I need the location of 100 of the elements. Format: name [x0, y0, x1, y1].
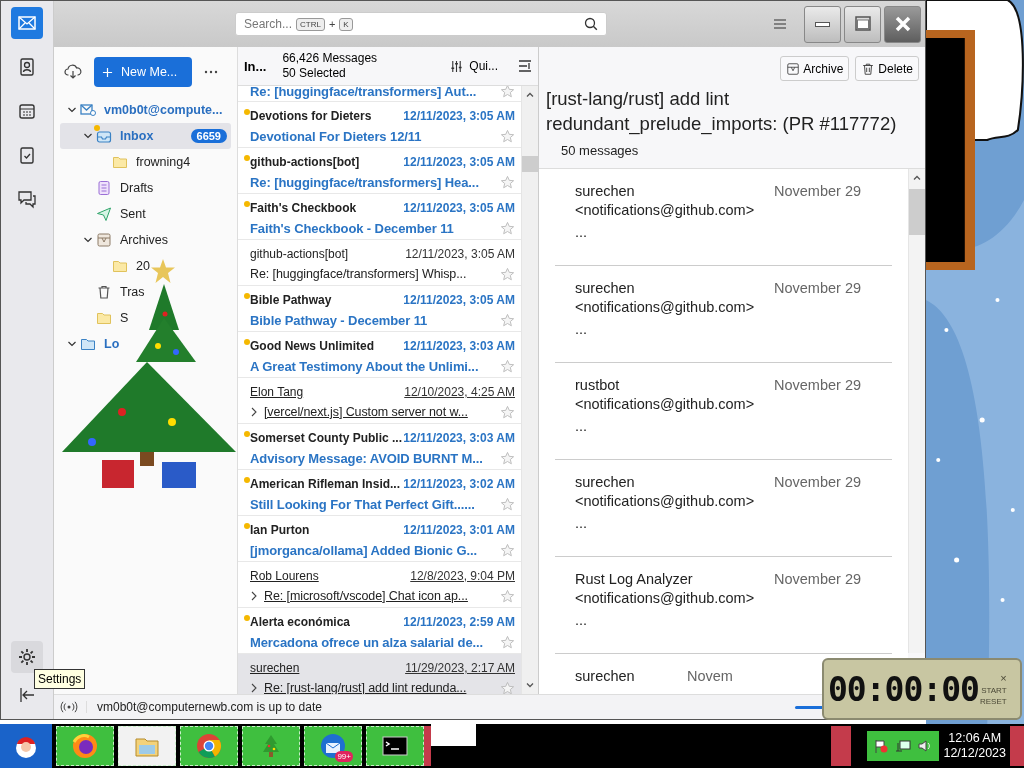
tooltip: Settings: [34, 669, 86, 689]
maximize-button[interactable]: [844, 5, 881, 43]
sender-name: Rob Lourens: [250, 569, 319, 583]
star-icon[interactable]: [500, 174, 515, 190]
folder-item[interactable]: S: [60, 305, 129, 331]
thread-message-card[interactable]: rustbot November 29 <notifications@github.com> ...: [555, 363, 892, 460]
taskbar-button[interactable]: [366, 726, 424, 766]
clock[interactable]: 12:06 AM 12/12/2023: [939, 731, 1010, 761]
chevron-icon[interactable]: [250, 591, 258, 601]
message-date: November 29: [774, 183, 863, 199]
message-preview: ...: [575, 612, 589, 628]
thread-message-card[interactable]: surechen November 29 <notifications@github.com> ...: [555, 266, 892, 363]
document-icon: [96, 180, 112, 196]
thread-message-card[interactable]: surechen November 29 <notifications@github.com> ...: [555, 169, 892, 266]
fox-globe-icon: [71, 732, 99, 760]
search-field[interactable]: Search... CTRL + K: [235, 12, 607, 36]
folder-item[interactable]: frowning4: [60, 149, 191, 175]
settings-icon: [17, 647, 37, 667]
scrollbar[interactable]: [908, 169, 925, 653]
cloud-download-icon[interactable]: [64, 64, 82, 80]
star-icon[interactable]: [500, 220, 515, 236]
rail-button[interactable]: [11, 7, 43, 39]
message-date: Novem: [687, 668, 734, 684]
message-date: November 29: [774, 377, 863, 393]
start-button[interactable]: [0, 724, 52, 768]
close-button[interactable]: [884, 5, 921, 43]
scrollbar[interactable]: [521, 86, 538, 694]
trash-icon: [96, 284, 112, 300]
message-subject: Devotional For Dieters 12/11: [250, 128, 422, 144]
keyboard-key: CTRL: [296, 17, 325, 31]
paper-plane-icon: [96, 206, 112, 222]
folder-label: frowning4: [136, 155, 191, 169]
folder-label: 20: [136, 259, 150, 273]
flag-error-icon[interactable]: [873, 738, 890, 754]
sender-name: surechen: [575, 183, 635, 199]
close-button[interactable]: ×: [1000, 672, 1007, 684]
star-icon[interactable]: [500, 312, 515, 328]
star-icon[interactable]: [500, 542, 515, 558]
sender-email: <notifications@github.com>: [575, 493, 756, 509]
reset-button[interactable]: RESET: [979, 696, 1007, 706]
star-icon[interactable]: [500, 496, 515, 512]
quick-filter-button[interactable]: Qui...: [450, 59, 498, 73]
message-date: 12/11/2023, 3:05 AM: [403, 109, 515, 123]
more-options-icon[interactable]: [204, 70, 218, 74]
star-icon[interactable]: [500, 634, 515, 650]
chevron-icon[interactable]: [83, 131, 93, 141]
scroll-up-icon[interactable]: [912, 173, 922, 183]
chevron-icon[interactable]: [83, 235, 93, 245]
folder-item[interactable]: vm0b0t@compute...: [60, 97, 223, 123]
scroll-up-icon[interactable]: [525, 90, 535, 100]
star-icon[interactable]: [500, 358, 515, 374]
chevron-icon[interactable]: [67, 105, 77, 115]
folder-item[interactable]: 20: [60, 253, 150, 279]
star-icon[interactable]: [500, 680, 515, 694]
sender-name: github-actions[bot]: [250, 247, 349, 261]
signal-icon: [60, 701, 87, 713]
archive-button[interactable]: Archive: [780, 56, 850, 81]
message-date: 12/11/2023, 3:03 AM: [403, 431, 515, 445]
chevron-icon[interactable]: [250, 683, 258, 693]
folder-item[interactable]: Tras: [60, 279, 145, 305]
folder-item[interactable]: Inbox 6659: [60, 123, 231, 149]
message-row[interactable]: Re: [huggingface/transformers] Aut...: [238, 86, 521, 102]
archive-box-icon: [786, 61, 801, 76]
folder-item[interactable]: Drafts: [60, 175, 154, 201]
scroll-thumb[interactable]: [522, 156, 538, 172]
message-preview: ...: [575, 418, 589, 434]
message-preview: ...: [575, 515, 589, 531]
minimize-button[interactable]: [804, 5, 841, 43]
star-icon[interactable]: [500, 450, 515, 466]
star-icon[interactable]: [500, 404, 515, 420]
star-icon[interactable]: [500, 588, 515, 604]
message-count: 66,426 Messages: [282, 51, 378, 66]
folder-item[interactable]: Sent: [60, 201, 146, 227]
message-date: 12/11/2023, 3:05 AM: [403, 155, 515, 169]
start-button[interactable]: START: [981, 685, 1007, 695]
chevron-icon[interactable]: [250, 407, 258, 417]
star-icon[interactable]: [500, 86, 515, 99]
sender-name: Rust Log Analyzer: [575, 571, 693, 587]
sender-name: Alerta económica: [250, 615, 351, 629]
scroll-down-icon[interactable]: [525, 680, 535, 690]
sender-email: <notifications@github.com>: [575, 299, 756, 315]
settings-button[interactable]: [11, 641, 43, 673]
thread-message-card[interactable]: Rust Log Analyzer November 29 <notifications@github.com> ...: [555, 557, 892, 654]
new-message-button[interactable]: New Me...: [94, 57, 192, 87]
scroll-thumb[interactable]: [909, 189, 925, 235]
message-row[interactable]: surechen 11/29/2023, 2:17 AM Re: [rust-lang/rust] add lint redunda...: [238, 654, 521, 694]
chevron-icon[interactable]: [67, 339, 77, 349]
message-subject: A Great Testimony About the Unlimi...: [250, 358, 479, 374]
menu-icon[interactable]: [773, 18, 787, 30]
star-icon[interactable]: [500, 128, 515, 144]
taskbar-button[interactable]: 99+: [304, 726, 362, 766]
notification-badge: 99+: [335, 751, 353, 762]
thread-message-card[interactable]: surechen November 29 <notifications@github.com> ...: [555, 460, 892, 557]
folder-item[interactable]: Archives: [60, 227, 168, 253]
list-options-icon[interactable]: [518, 59, 532, 73]
folder-item[interactable]: Lo: [60, 331, 120, 357]
message-date: 12/11/2023, 3:05 AM: [403, 201, 515, 215]
network-icon[interactable]: [895, 738, 912, 754]
star-icon[interactable]: [500, 266, 515, 282]
delete-button[interactable]: Delete: [855, 56, 919, 81]
